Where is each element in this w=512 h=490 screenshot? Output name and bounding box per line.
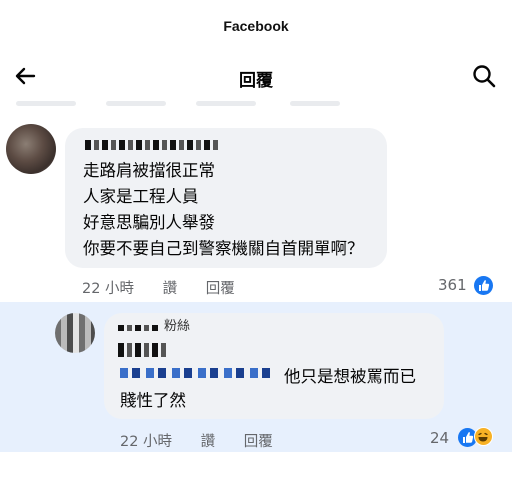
replier-name-redacted[interactable] — [118, 325, 160, 331]
reply-button[interactable]: 回覆 — [244, 434, 273, 450]
top-nav: 回覆 — [0, 58, 512, 98]
comment-line: 人家是工程人員 — [83, 187, 199, 206]
reply-text: 賤性了然 — [120, 391, 186, 410]
comment-line: 走路肩被擋很正常 — [83, 161, 215, 180]
avatar[interactable] — [55, 313, 95, 353]
search-icon — [473, 65, 496, 88]
redacted-tag[interactable] — [120, 368, 270, 378]
commenter-name-redacted[interactable] — [85, 140, 221, 150]
reaction-count[interactable]: 361 — [438, 276, 467, 294]
reply-meta: 22 小時 讚 回覆 — [120, 430, 297, 451]
comment-meta: 22 小時 讚 回覆 — [82, 277, 259, 298]
comment-line: 好意思騙別人舉發 — [83, 213, 215, 232]
comment-line: 你要不要自己到警察機關自首開單啊？ — [83, 239, 364, 258]
app-title: Facebook — [223, 18, 289, 34]
comment-time[interactable]: 22 小時 — [82, 281, 134, 297]
replier-name-suffix: 粉絲 — [164, 319, 191, 334]
like-button[interactable]: 讚 — [201, 434, 216, 450]
comment-bubble: 走路肩被擋很正常 人家是工程人員 好意思騙別人舉發 你要不要自己到警察機關自首開… — [65, 128, 387, 268]
search-button[interactable] — [470, 62, 498, 90]
page-title: 回覆 — [239, 71, 273, 91]
avatar[interactable] — [6, 124, 56, 174]
like-button[interactable]: 讚 — [163, 281, 178, 297]
redacted-mention — [118, 343, 166, 357]
tab-placeholder-strip — [0, 101, 512, 107]
reply-bubble: 粉絲 他只是想被罵而已 賤性了然 — [104, 313, 444, 419]
reply-text: 他只是想被罵而已 — [284, 367, 416, 386]
haha-reaction-icon — [474, 427, 493, 446]
reply-time[interactable]: 22 小時 — [120, 434, 172, 450]
like-reaction-icon — [474, 276, 493, 295]
reaction-count[interactable]: 24 — [430, 429, 449, 447]
reply-button[interactable]: 回覆 — [206, 281, 235, 297]
